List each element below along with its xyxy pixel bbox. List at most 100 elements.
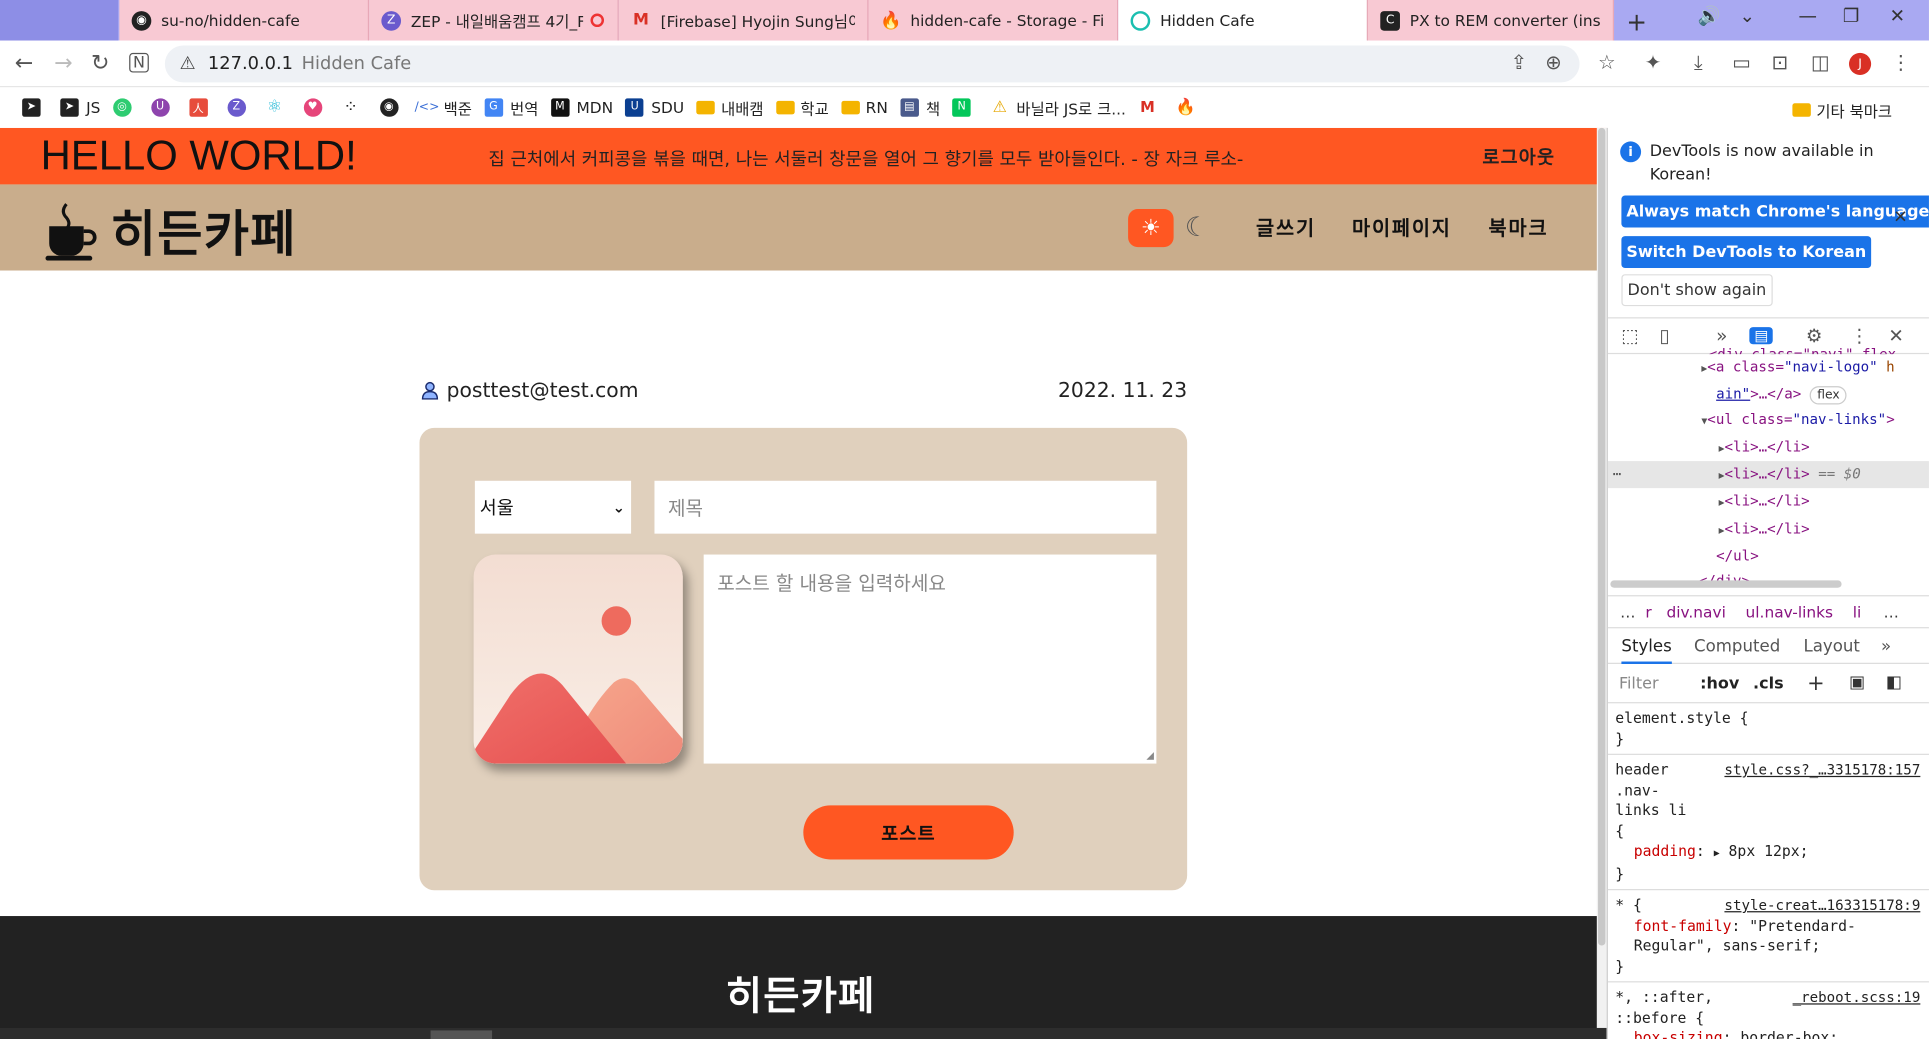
profile-avatar[interactable]: J bbox=[1848, 52, 1872, 76]
restore-icon[interactable]: ❐ bbox=[1843, 5, 1860, 27]
dont-show-again-button[interactable]: Don't show again bbox=[1621, 274, 1773, 307]
image-upload[interactable] bbox=[473, 554, 683, 764]
chevron-down-icon[interactable]: ⌄ bbox=[1740, 5, 1755, 27]
style-rule[interactable]: header .nav-links li { style.css?_…33151… bbox=[1607, 755, 1929, 891]
other-bookmarks[interactable]: 기타 북마크 bbox=[1791, 98, 1892, 121]
reload-icon[interactable]: ↻ bbox=[91, 50, 110, 76]
filter-input[interactable]: Filter bbox=[1619, 675, 1659, 693]
address-bar[interactable]: ⚠ 127.0.0.1 Hidden Cafe bbox=[164, 45, 1580, 83]
bookmark-item[interactable]: U SDU bbox=[625, 97, 684, 117]
bookmark-item[interactable]: 🔥 bbox=[1176, 98, 1202, 116]
more-subtabs-icon[interactable]: » bbox=[1881, 637, 1891, 657]
style-rule[interactable]: * { style-creat…163315178:9 font-family:… bbox=[1607, 890, 1929, 983]
tab-computed[interactable]: Computed bbox=[1694, 637, 1780, 657]
dom-line[interactable]: <div class="navi" flex bbox=[1709, 342, 1929, 355]
style-rule[interactable]: *, ::after, ::before { _reboot.scss:19 b… bbox=[1608, 982, 1929, 1039]
forward-icon[interactable]: → bbox=[54, 50, 73, 76]
bookmark-item[interactable]: ⚠ 바닐라 JS로 크... bbox=[991, 95, 1126, 118]
bookmark-item[interactable]: ◎ bbox=[112, 97, 139, 117]
bookmark-item[interactable]: /<> 백준 bbox=[415, 95, 472, 118]
breadcrumb-item[interactable]: … bbox=[1620, 603, 1635, 621]
bookmark-item[interactable]: ⁘ bbox=[342, 97, 368, 117]
resize-handle-icon[interactable]: ◢ bbox=[1146, 750, 1154, 761]
region-select[interactable]: 서울 ⌄ bbox=[474, 480, 632, 534]
css-property[interactable]: box-sizing bbox=[1634, 1029, 1723, 1039]
screenshot-icon[interactable]: ⊡ bbox=[1771, 50, 1787, 73]
minimize-icon[interactable]: — bbox=[1799, 5, 1817, 27]
dom-line[interactable]: ▶<a class="navi-logo" h bbox=[1701, 354, 1929, 381]
style-rule[interactable]: element.style { } bbox=[1607, 703, 1929, 755]
share-icon[interactable]: ⇪ bbox=[1511, 50, 1527, 73]
dom-line[interactable]: ▶<li>…</li> bbox=[1719, 434, 1929, 461]
dom-line[interactable]: ain">…</a> flex bbox=[1716, 382, 1929, 407]
cast-icon[interactable]: ▭ bbox=[1732, 50, 1751, 73]
bookmark-item[interactable]: G 번역 bbox=[484, 95, 538, 118]
dom-scrollbar[interactable] bbox=[1610, 580, 1842, 588]
logout-button[interactable]: 로그아웃 bbox=[1482, 144, 1555, 170]
breadcrumb-item[interactable]: ul.nav-links bbox=[1746, 603, 1834, 621]
scrollbar-thumb[interactable] bbox=[1598, 127, 1606, 946]
bookmark-item[interactable]: ⚛ bbox=[265, 97, 291, 117]
tab-hidden-cafe[interactable]: Hidden Cafe bbox=[1118, 0, 1368, 41]
bookmark-folder[interactable]: RN bbox=[841, 98, 888, 116]
tab-zep[interactable]: Z ZEP - 내일배움캠프 4기_F bbox=[369, 0, 619, 41]
bookmark-item[interactable]: M MDN bbox=[550, 97, 613, 117]
bookmark-star-icon[interactable]: ☆ bbox=[1598, 50, 1616, 73]
dom-line-selected[interactable]: ⋯ ▶<li>…</li> == $0 bbox=[1607, 461, 1929, 489]
sidepanel-icon[interactable]: ◫ bbox=[1811, 50, 1830, 73]
inspect-icon[interactable]: ⬚ bbox=[1621, 325, 1638, 347]
notion-icon[interactable]: N bbox=[129, 52, 149, 73]
breadcrumb-item[interactable]: … bbox=[1883, 603, 1898, 621]
close-banner-icon[interactable]: ✕ bbox=[1893, 208, 1907, 228]
nav-write[interactable]: 글쓰기 bbox=[1256, 211, 1316, 241]
cls-toggle[interactable]: .cls bbox=[1753, 675, 1784, 693]
breadcrumb-item[interactable]: r bbox=[1645, 603, 1651, 621]
nav-mypage[interactable]: 마이페이지 bbox=[1352, 211, 1452, 241]
menu-icon[interactable]: ⋮ bbox=[1891, 50, 1911, 73]
volume-icon[interactable]: 🔊 bbox=[1698, 5, 1721, 27]
switch-to-korean-button[interactable]: Switch DevTools to Korean bbox=[1621, 236, 1872, 269]
tab-styles[interactable]: Styles bbox=[1621, 637, 1672, 664]
css-value[interactable]: border-box; bbox=[1740, 1029, 1838, 1039]
dom-line[interactable]: ▶<li>…</li> bbox=[1719, 516, 1929, 543]
sun-icon[interactable]: ☀ bbox=[1128, 209, 1174, 248]
new-tab-icon[interactable]: + bbox=[1626, 7, 1647, 37]
download-icon[interactable]: ⤓ bbox=[1694, 50, 1703, 75]
dom-line[interactable]: ▶<li>…</li> bbox=[1719, 489, 1929, 516]
bookmark-item[interactable]: U bbox=[150, 97, 177, 117]
zoom-icon[interactable]: ⊕ bbox=[1545, 50, 1561, 73]
bookmark-item[interactable]: M bbox=[1138, 98, 1164, 116]
bookmark-item[interactable]: ▤ 책 bbox=[900, 95, 940, 118]
rule-source-link[interactable]: _reboot.scss:19 bbox=[1793, 987, 1921, 1007]
breadcrumb-item[interactable]: li bbox=[1853, 603, 1862, 621]
tab-github[interactable]: ◉ su-no/hidden-cafe bbox=[119, 0, 370, 41]
close-window-icon[interactable]: ✕ bbox=[1890, 5, 1905, 27]
bookmark-item[interactable]: 人 bbox=[188, 97, 215, 117]
flex-badge[interactable]: flex bbox=[1809, 386, 1848, 405]
navi-logo[interactable]: 히든카페 bbox=[44, 194, 296, 265]
post-button[interactable]: 포스트 bbox=[803, 805, 1014, 860]
bookmark-item[interactable]: ➤ bbox=[22, 97, 48, 117]
content-textarea[interactable]: 포스트 할 내용을 입력하세요 ◢ bbox=[703, 554, 1157, 764]
page-scrollbar[interactable] bbox=[1596, 127, 1607, 1039]
bookmark-item[interactable]: N bbox=[952, 97, 978, 117]
title-input[interactable]: 제목 bbox=[654, 480, 1157, 534]
moon-icon[interactable]: ☾ bbox=[1181, 209, 1213, 247]
extensions-icon[interactable]: ✦ bbox=[1645, 50, 1661, 73]
bookmark-item[interactable]: Z bbox=[227, 97, 253, 117]
rule-source-link[interactable]: style-creat…163315178:9 bbox=[1724, 895, 1920, 915]
sidebar-toggle-icon[interactable]: ◧ bbox=[1886, 673, 1902, 693]
dom-line[interactable]: </ul> bbox=[1716, 544, 1929, 569]
bookmark-item[interactable]: ➤ JS bbox=[60, 97, 100, 117]
css-property[interactable]: font-family bbox=[1634, 917, 1732, 934]
tab-px-to-rem[interactable]: C PX to REM converter (instan bbox=[1367, 0, 1615, 41]
dom-line[interactable]: ▼<ul class="nav-links"> bbox=[1701, 406, 1929, 433]
bookmark-folder[interactable]: 내배캠 bbox=[696, 95, 764, 118]
paint-icon[interactable]: ▣ bbox=[1849, 673, 1865, 693]
tab-firebase[interactable]: 🔥 hidden-cafe - Storage - Fireb bbox=[868, 0, 1119, 41]
not-secure-icon[interactable]: ⚠ bbox=[180, 54, 196, 74]
hov-toggle[interactable]: :hov bbox=[1700, 675, 1739, 693]
back-icon[interactable]: ← bbox=[15, 50, 34, 76]
css-property[interactable]: padding bbox=[1634, 842, 1696, 859]
nav-bookmark[interactable]: 북마크 bbox=[1489, 211, 1549, 241]
